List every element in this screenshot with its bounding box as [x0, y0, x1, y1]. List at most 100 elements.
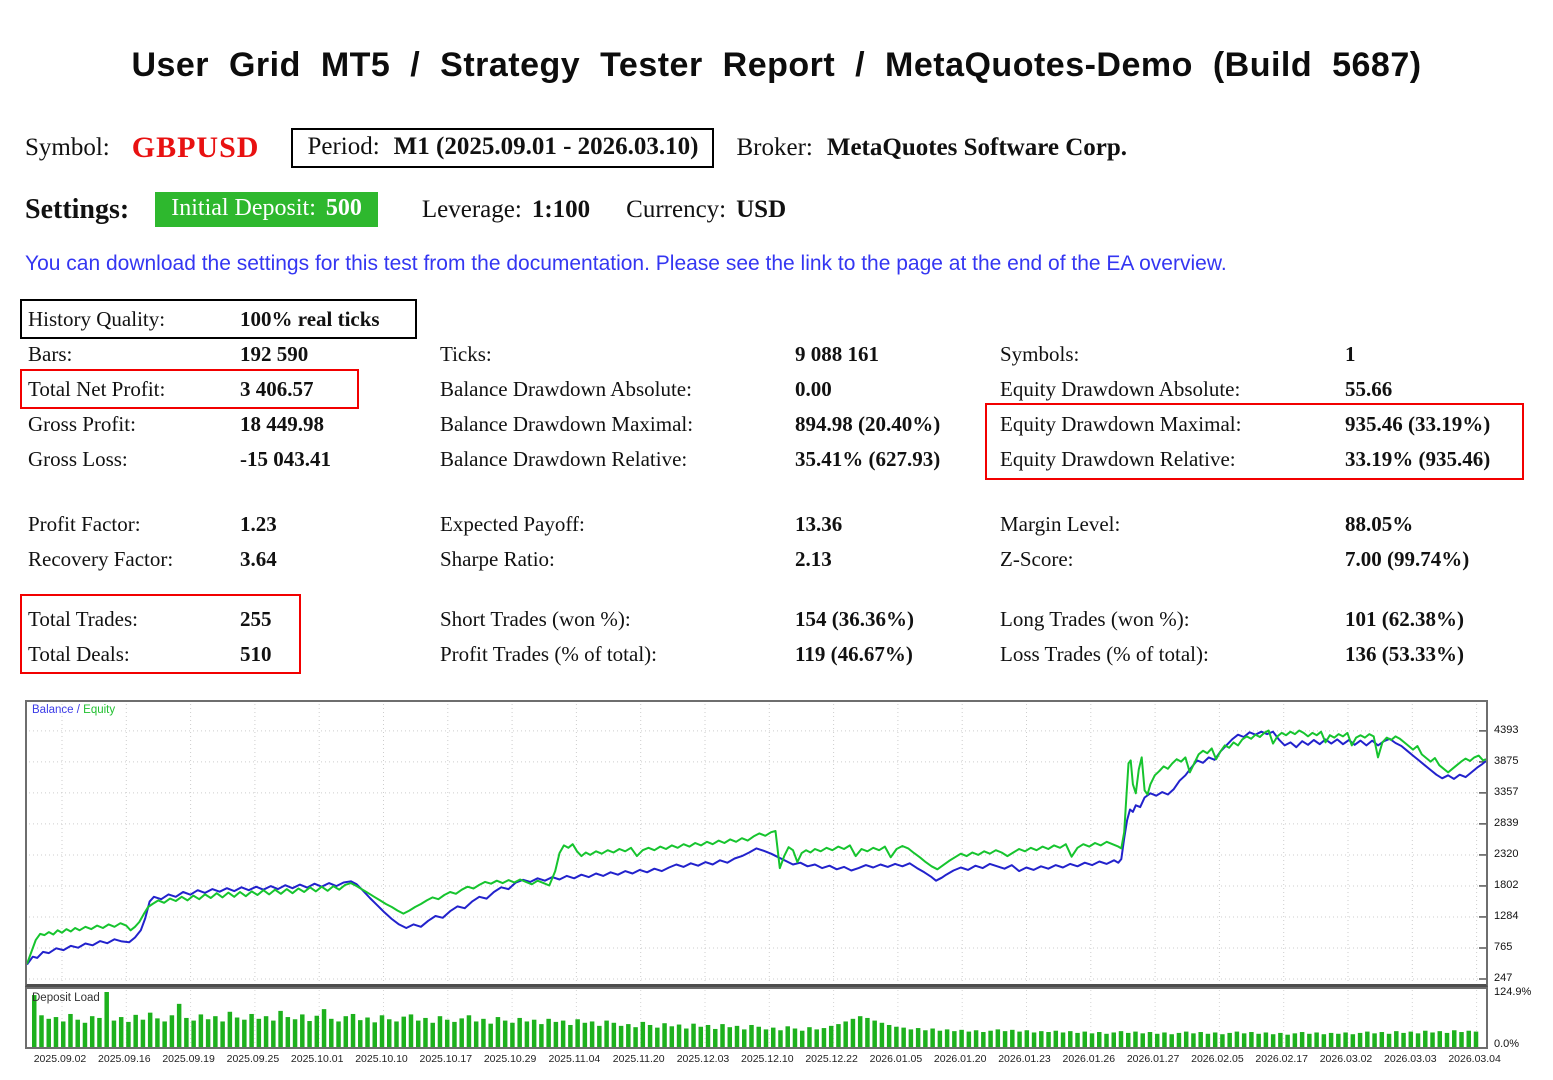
stat-label: Total Trades: [28, 607, 138, 631]
deposit-load-bar [1249, 1032, 1254, 1047]
deposit-load-bar [908, 1029, 914, 1047]
leverage-value: 1:100 [531, 195, 591, 223]
deposit-load-bar [191, 1020, 196, 1047]
deposit-load-bar [510, 1022, 515, 1047]
deposit-load-bar [415, 1020, 421, 1047]
deposit-load-bar [459, 1018, 464, 1047]
deposit-load-bar [582, 1022, 588, 1047]
deposit-load-bar [828, 1025, 834, 1047]
stat-label: Z-Score: [1000, 547, 1074, 571]
stat-label: Ticks: [440, 342, 492, 366]
deposit-load-bar [894, 1026, 899, 1047]
stat-label: Profit Factor: [28, 512, 141, 536]
deposit-load-bar [539, 1024, 544, 1047]
deposit-load-bar [1307, 1033, 1312, 1047]
deposit-load-bar [1256, 1033, 1261, 1047]
deposit-load-bar [1343, 1032, 1348, 1047]
settings-row: Settings: Initial Deposit: 500 Leverage:… [25, 192, 786, 227]
deposit-load-bar [981, 1032, 986, 1047]
deposit-load-bar [973, 1030, 979, 1047]
chart-legend: Balance / Equity [32, 704, 115, 716]
deposit-load-bar [778, 1030, 783, 1047]
stat-label: Bars: [28, 342, 73, 366]
stat-label: Profit Trades (% of total): [440, 642, 657, 666]
stat-value: 35.41% (627.93) [795, 447, 941, 471]
deposit-load-bar [1046, 1032, 1051, 1047]
stat-label: Gross Loss: [28, 447, 128, 471]
deposit-load-bar [597, 1025, 602, 1047]
deposit-load-bar [430, 1022, 435, 1047]
deposit-load-bar [857, 1016, 863, 1047]
stat-value: 13.36 [795, 512, 843, 536]
stat-label: Symbols: [1000, 342, 1080, 366]
deposit-load-bar [314, 1015, 320, 1047]
deposit-load-bar [292, 1019, 298, 1047]
stat-value: 1 [1345, 342, 1356, 366]
deposit-load-bar [553, 1021, 559, 1047]
deposit-load-bar [365, 1017, 370, 1047]
deposit-load-bar [1328, 1032, 1334, 1047]
settings-download-note[interactable]: You can download the settings for this t… [25, 252, 1227, 276]
y-axis-label: 2839 [1494, 816, 1519, 829]
deposit-load-bar [220, 1021, 225, 1047]
deposit-load-bar [118, 1017, 124, 1047]
deposit-load-bar [147, 1012, 153, 1047]
deposit-load-bar [242, 1019, 247, 1047]
deposit-load-bar [770, 1027, 776, 1047]
deposit-load-bar [502, 1020, 508, 1047]
deposit-load-bar [1031, 1032, 1037, 1047]
deposit-load-bar [647, 1024, 653, 1047]
deposit-load-bar [169, 1015, 175, 1047]
broker-label: Broker: [736, 134, 813, 161]
strategy-tester-report-page: { "report": { "title": "User Grid MT5 / … [0, 0, 1553, 1080]
deposit-load-bar [807, 1027, 812, 1047]
x-axis-label: 2025.09.19 [162, 1053, 215, 1065]
deposit-load-bar [1357, 1032, 1363, 1047]
deposit-load-bar [1183, 1031, 1189, 1047]
deposit-load-bar [988, 1030, 993, 1047]
deposit-load-bar [300, 1014, 305, 1047]
deposit-load-bar [1126, 1032, 1131, 1047]
deposit-load-bar [1459, 1032, 1464, 1047]
x-axis-label: 2025.11.20 [612, 1053, 665, 1065]
symbol-label: Symbol: [25, 134, 110, 161]
deposit-load-bar [575, 1019, 580, 1047]
deposit-load-bar [473, 1021, 479, 1047]
deposit-load-bar [1010, 1029, 1015, 1047]
deposit-load-bar [1133, 1031, 1138, 1047]
deposit-load-bar [1241, 1033, 1247, 1047]
x-axis-label: 2025.12.22 [805, 1053, 858, 1065]
period-box: Period: M1 (2025.09.01 - 2026.03.10) [291, 128, 715, 168]
stat-label: Sharpe Ratio: [440, 547, 555, 571]
deposit-axis-max-label: 124.9% [1494, 986, 1532, 998]
x-axis-label: 2026.01.20 [933, 1053, 987, 1065]
stat-value: 33.19% (935.46) [1345, 447, 1491, 471]
deposit-load-bar [1154, 1033, 1160, 1047]
deposit-load-bar [1321, 1034, 1327, 1047]
deposit-load-bar [82, 1022, 88, 1047]
stats-row: History Quality: 100% real ticks [28, 302, 1531, 337]
stat-label: Equity Drawdown Relative: [1000, 447, 1236, 471]
deposit-load-bar [1437, 1031, 1443, 1047]
deposit-load-bar [1060, 1032, 1066, 1047]
deposit-load-bar [1285, 1034, 1290, 1047]
x-axis-label: 2025.10.01 [290, 1053, 344, 1065]
period-label: Period: [307, 133, 380, 160]
x-axis-label: 2026.03.03 [1384, 1053, 1437, 1065]
deposit-load-bar [1452, 1030, 1457, 1047]
deposit-load-bar [60, 1021, 66, 1047]
deposit-load-bar [734, 1025, 740, 1047]
deposit-load-bar [1082, 1031, 1088, 1047]
deposit-load-bar [1017, 1031, 1022, 1047]
deposit-load-bar [350, 1013, 356, 1047]
deposit-load-bar [742, 1029, 747, 1047]
x-axis-label: 2025.12.03 [676, 1053, 730, 1065]
deposit-load-bar [53, 1017, 59, 1047]
deposit-load-bar [1111, 1032, 1116, 1047]
deposit-load-bar [1386, 1033, 1392, 1047]
deposit-load-bar [1053, 1030, 1059, 1047]
deposit-load-bar [662, 1023, 667, 1047]
leverage-label: Leverage: [421, 195, 522, 223]
stats-table: History Quality: 100% real ticks Bars: 192 … [20, 299, 1531, 674]
deposit-load-bar [336, 1021, 341, 1047]
